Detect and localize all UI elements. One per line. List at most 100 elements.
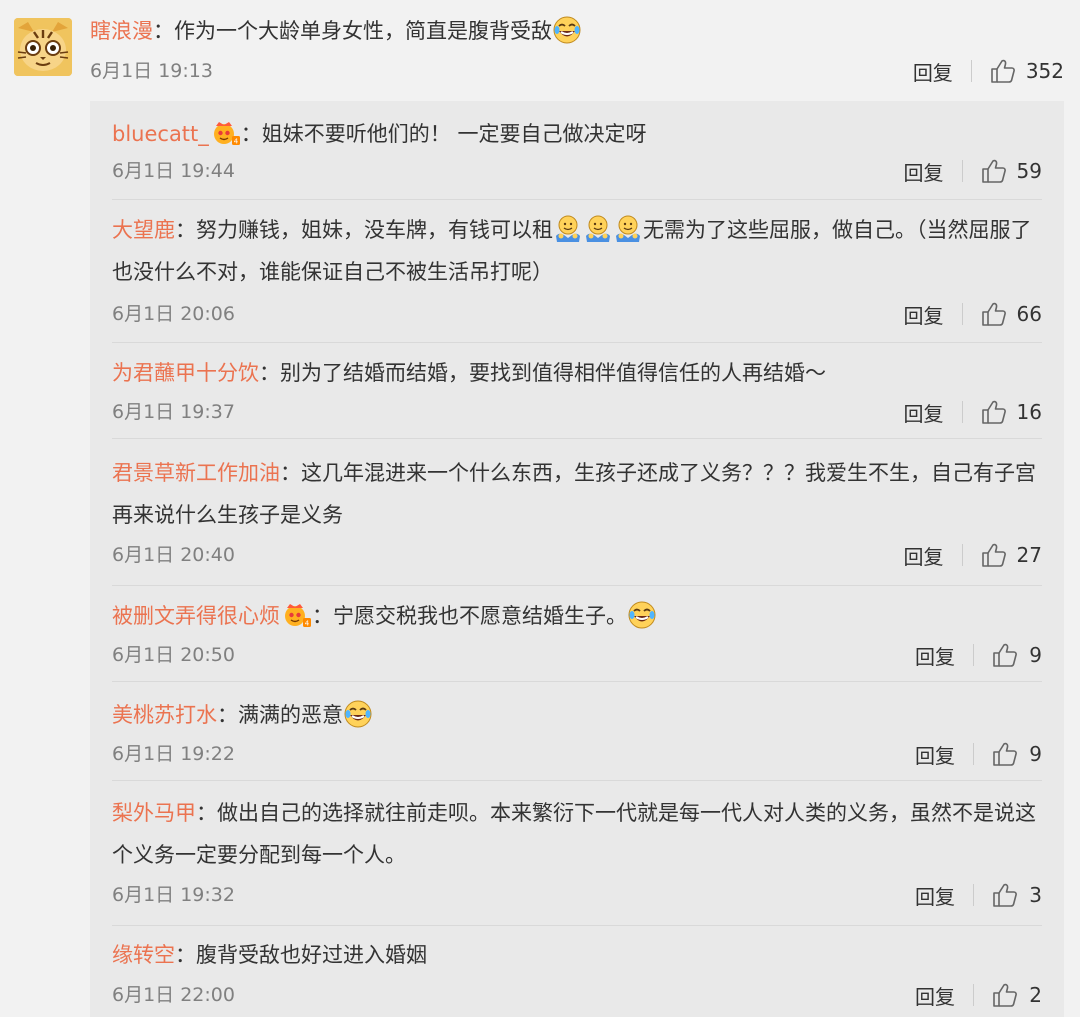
username-link[interactable]: 为君蘸甲十分饮 xyxy=(112,361,259,385)
reply-button[interactable]: 回复 xyxy=(904,398,944,427)
divider xyxy=(961,544,963,566)
reply-text: 宁愿交税我也不愿意结婚生子。 xyxy=(333,604,627,628)
reply-actions: 回复 16 xyxy=(904,397,1042,427)
colon: ： xyxy=(259,361,280,385)
comment-time: 6月1日 19:13 xyxy=(90,60,213,82)
colon: ： xyxy=(280,461,301,485)
reply-item: bluecatt_ ：姐妹不要听他们的！ 一定要自己做决定呀 6月1日 19:44… xyxy=(112,113,1042,200)
thumbs-up-icon[interactable] xyxy=(992,741,1018,767)
member-crown-badge-icon[interactable] xyxy=(282,602,312,628)
row-divider xyxy=(112,342,1042,343)
comment-text: 作为一个大龄单身女性，简直是腹背受敌 xyxy=(174,19,552,43)
colon: ： xyxy=(175,218,196,242)
colon: ： xyxy=(312,604,333,628)
like-count: 66 xyxy=(1016,302,1042,326)
reply-time: 6月1日 20:40 xyxy=(112,544,235,566)
reply-line: 被删文弄得很心烦 ：宁愿交税我也不愿意结婚生子。 xyxy=(112,595,1042,637)
divider xyxy=(973,743,974,765)
reply-item: 梨外马甲：做出自己的选择就往前走呗。本来繁衍下一代就是每一代人对人类的义务，虽然… xyxy=(112,792,1042,926)
username-link[interactable]: bluecatt_ xyxy=(112,122,209,146)
thumbs-up-icon[interactable] xyxy=(981,301,1007,327)
avatar[interactable] xyxy=(14,18,72,76)
thumbs-up-icon[interactable] xyxy=(992,982,1018,1008)
reply-button[interactable]: 回复 xyxy=(904,300,944,329)
reply-line: 缘转空：腹背受敌也好过进入婚姻 xyxy=(112,934,1042,976)
like-count: 9 xyxy=(1029,742,1042,766)
username-link[interactable]: 君景草新工作加油 xyxy=(112,461,280,485)
laughing-tears-emoji-icon xyxy=(552,15,582,45)
reply-line: 君景草新工作加油：这几年混进来一个什么东西，生孩子还成了义务？？？我爱生不生，自… xyxy=(112,452,1042,536)
username-link[interactable]: 梨外马甲 xyxy=(112,801,196,825)
like-count: 352 xyxy=(1025,59,1064,83)
reply-list: bluecatt_ ：姐妹不要听他们的！ 一定要自己做决定呀 6月1日 19:44… xyxy=(90,101,1064,1017)
reply-text: 腹背受敌也好过进入婚姻 xyxy=(196,943,427,967)
reply-time: 6月1日 20:50 xyxy=(112,644,235,666)
reply-button[interactable]: 回复 xyxy=(904,541,944,570)
reply-button[interactable]: 回复 xyxy=(915,641,955,670)
reply-item: 美桃苏打水：满满的恶意 6月1日 19:22 回复 9 xyxy=(112,694,1042,781)
reply-text: 姐妹不要听他们的！ 一定要自己做决定呀 xyxy=(261,122,647,146)
reply-actions: 回复 3 xyxy=(915,880,1042,910)
row-divider xyxy=(112,681,1042,682)
reply-button[interactable]: 回复 xyxy=(915,740,955,769)
reply-button[interactable]: 回复 xyxy=(915,881,955,910)
reply-line: 为君蘸甲十分饮：别为了结婚而结婚，要找到值得相伴值得信任的人再结婚～ xyxy=(112,352,1042,394)
colon: ： xyxy=(240,122,262,146)
thumbs-up-icon[interactable] xyxy=(981,158,1007,184)
reply-time: 6月1日 19:37 xyxy=(112,401,235,423)
thumbs-up-icon[interactable] xyxy=(981,542,1007,568)
comment-actions: 回复 352 xyxy=(913,56,1064,86)
like-count: 3 xyxy=(1029,883,1042,907)
reply-line: 大望鹿：努力赚钱，姐妹，没车牌，有钱可以租 无需为了这些屈服，做自己。（当然屈服了… xyxy=(112,209,1042,293)
main-comment: 瞎浪漫：作为一个大龄单身女性，简直是腹背受敌 6月1日 19:13 回复 352 xyxy=(0,0,1080,100)
divider xyxy=(973,884,974,906)
divider xyxy=(961,303,963,325)
laughing-tears-emoji-icon xyxy=(627,600,657,630)
divider xyxy=(970,60,972,82)
username-link[interactable]: 被删文弄得很心烦 xyxy=(112,604,280,628)
divider xyxy=(961,401,963,423)
reply-actions: 回复 2 xyxy=(915,980,1042,1010)
colon: ： xyxy=(217,703,238,727)
colon: ： xyxy=(196,801,217,825)
reply-time: 6月1日 20:06 xyxy=(112,303,235,325)
username-link[interactable]: 瞎浪漫 xyxy=(90,19,153,43)
reply-actions: 回复 59 xyxy=(904,156,1042,186)
reply-button[interactable]: 回复 xyxy=(915,981,955,1010)
like-count: 59 xyxy=(1016,159,1042,183)
reply-time: 6月1日 22:00 xyxy=(112,984,235,1006)
reply-text: 别为了结婚而结婚，要找到值得相伴值得信任的人再结婚～ xyxy=(280,361,826,385)
hug-emoji-icon xyxy=(553,214,583,244)
thumbs-up-icon[interactable] xyxy=(981,399,1007,425)
like-count: 2 xyxy=(1029,983,1042,1007)
member-crown-badge-icon[interactable] xyxy=(211,120,241,146)
username-link[interactable]: 缘转空 xyxy=(112,943,175,967)
tiger-avatar-icon xyxy=(14,18,72,76)
row-divider xyxy=(112,585,1042,586)
reply-text: 满满的恶意 xyxy=(238,703,343,727)
thumbs-up-icon[interactable] xyxy=(992,642,1018,668)
divider xyxy=(973,644,974,666)
row-divider xyxy=(112,925,1042,926)
reply-actions: 回复 66 xyxy=(904,299,1042,329)
reply-item: 大望鹿：努力赚钱，姐妹，没车牌，有钱可以租 无需为了这些屈服，做自己。（当然屈服了… xyxy=(112,209,1042,343)
username-link[interactable]: 大望鹿 xyxy=(112,218,175,242)
reply-item: 为君蘸甲十分饮：别为了结婚而结婚，要找到值得相伴值得信任的人再结婚～ 6月1日 … xyxy=(112,352,1042,439)
comment-line: 瞎浪漫：作为一个大龄单身女性，简直是腹背受敌 xyxy=(90,14,582,48)
username-link[interactable]: 美桃苏打水 xyxy=(112,703,217,727)
reply-button[interactable]: 回复 xyxy=(913,57,953,86)
thumbs-up-icon[interactable] xyxy=(990,58,1016,84)
reply-item: 缘转空：腹背受敌也好过进入婚姻 6月1日 22:00 回复 2 xyxy=(112,934,1042,1017)
reply-button[interactable]: 回复 xyxy=(904,157,944,186)
thumbs-up-icon[interactable] xyxy=(992,882,1018,908)
reply-time: 6月1日 19:32 xyxy=(112,884,235,906)
reply-actions: 回复 27 xyxy=(904,540,1042,570)
reply-text: 努力赚钱，姐妹，没车牌，有钱可以租 xyxy=(196,218,553,242)
divider xyxy=(973,984,974,1006)
row-divider xyxy=(112,780,1042,781)
reply-item: 君景草新工作加油：这几年混进来一个什么东西，生孩子还成了义务？？？我爱生不生，自… xyxy=(112,452,1042,586)
reply-text: 做出自己的选择就往前走呗。本来繁衍下一代就是每一代人对人类的义务，虽然不是说这个… xyxy=(112,801,1036,867)
reply-actions: 回复 9 xyxy=(915,739,1042,769)
row-divider xyxy=(112,199,1042,200)
colon: ： xyxy=(153,19,174,43)
